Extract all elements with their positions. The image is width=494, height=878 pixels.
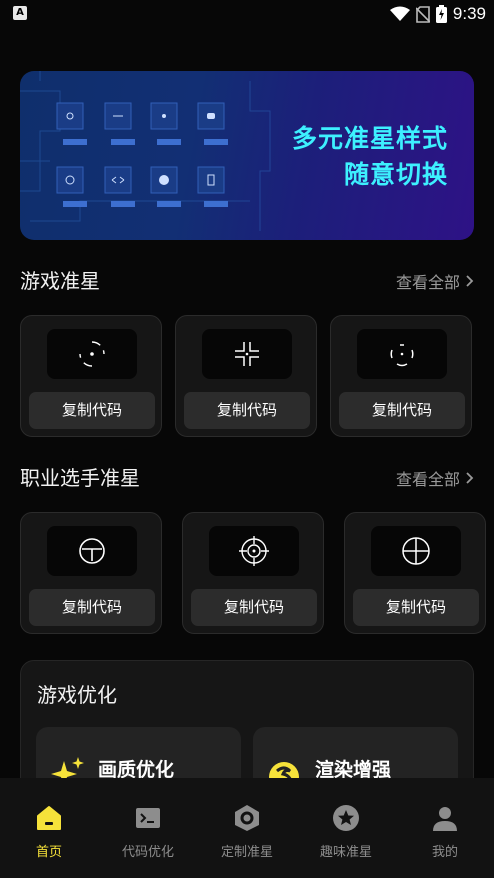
crosshair-preview — [47, 329, 137, 379]
bracket-dot-crosshair-icon — [390, 344, 414, 367]
crosshair-card[interactable]: 复制代码 — [182, 512, 324, 634]
copy-code-button[interactable]: 复制代码 — [29, 392, 155, 429]
view-all-label: 查看全部 — [395, 470, 460, 489]
nav-custom-crosshair[interactable]: 定制准星 — [198, 778, 296, 878]
crosshair-preview — [202, 329, 292, 379]
star-badge-icon — [333, 805, 359, 831]
nav-code-optimize[interactable]: 代码优化 — [99, 778, 197, 878]
chevron-right-icon — [466, 275, 474, 287]
nav-label: 我的 — [431, 845, 458, 860]
chevron-right-icon — [466, 472, 474, 484]
banner-line-2: 随意切换 — [343, 160, 448, 189]
panel-title: 游戏优化 — [37, 683, 117, 707]
copy-code-button[interactable]: 复制代码 — [353, 589, 479, 626]
nav-home[interactable]: 首页 — [0, 778, 98, 878]
nav-label: 首页 — [35, 845, 62, 860]
app-notification-icon: A — [13, 6, 27, 20]
status-time: 9:39 — [452, 4, 486, 23]
no-sim-icon — [415, 5, 430, 23]
circle-dot-crosshair-icon — [79, 341, 105, 367]
battery-charging-icon — [435, 5, 447, 23]
banner-line-1: 多元准星样式 — [291, 124, 448, 153]
corner-brackets-crosshair-icon — [235, 342, 259, 366]
bottom-navigation: 首页 代码优化 定制准星 趣味准星 我的 — [0, 778, 494, 878]
section-title: 职业选手准星 — [20, 466, 140, 490]
nav-label: 定制准星 — [220, 845, 273, 860]
copy-code-button[interactable]: 复制代码 — [339, 392, 465, 429]
section-title: 游戏准星 — [20, 269, 100, 293]
nav-label: 趣味准星 — [319, 845, 372, 860]
crosshair-preview — [371, 526, 461, 576]
pro-crosshair-header: 职业选手准星 查看全部 — [20, 463, 474, 493]
crosshair-preview — [209, 526, 299, 576]
crosshair-preview — [47, 526, 137, 576]
status-icons: 9:39 — [389, 3, 486, 25]
crosshair-card[interactable]: 复制代码 — [344, 512, 486, 634]
promo-banner[interactable]: 多元准星样式 随意切换 — [20, 71, 474, 240]
home-icon — [37, 806, 61, 830]
circle-cross-crosshair-icon — [402, 537, 430, 565]
view-all-pro-link[interactable]: 查看全部 — [396, 463, 474, 493]
status-bar: A 9:39 — [0, 0, 494, 28]
person-icon — [433, 807, 457, 831]
t-circle-crosshair-icon — [79, 538, 105, 564]
crosshair-card[interactable]: 复制代码 — [175, 315, 317, 437]
copy-code-button[interactable]: 复制代码 — [191, 589, 317, 626]
crosshair-card[interactable]: 复制代码 — [20, 512, 162, 634]
crosshair-card[interactable]: 复制代码 — [20, 315, 162, 437]
nav-label: 代码优化 — [121, 845, 174, 860]
copy-code-button[interactable]: 复制代码 — [29, 589, 155, 626]
nav-profile[interactable]: 我的 — [396, 778, 494, 878]
banner-headline: 多元准星样式 随意切换 — [292, 121, 448, 193]
scope-crosshair-icon — [239, 536, 269, 566]
wifi-icon — [389, 6, 410, 21]
view-all-label: 查看全部 — [395, 273, 460, 292]
game-crosshair-header: 游戏准星 查看全部 — [20, 266, 474, 296]
terminal-icon — [136, 808, 160, 828]
nav-fun-crosshair[interactable]: 趣味准星 — [297, 778, 395, 878]
hexagon-icon — [235, 805, 259, 831]
crosshair-card[interactable]: 复制代码 — [330, 315, 472, 437]
copy-code-button[interactable]: 复制代码 — [184, 392, 310, 429]
crosshair-preview — [357, 329, 447, 379]
view-all-game-link[interactable]: 查看全部 — [396, 266, 474, 296]
